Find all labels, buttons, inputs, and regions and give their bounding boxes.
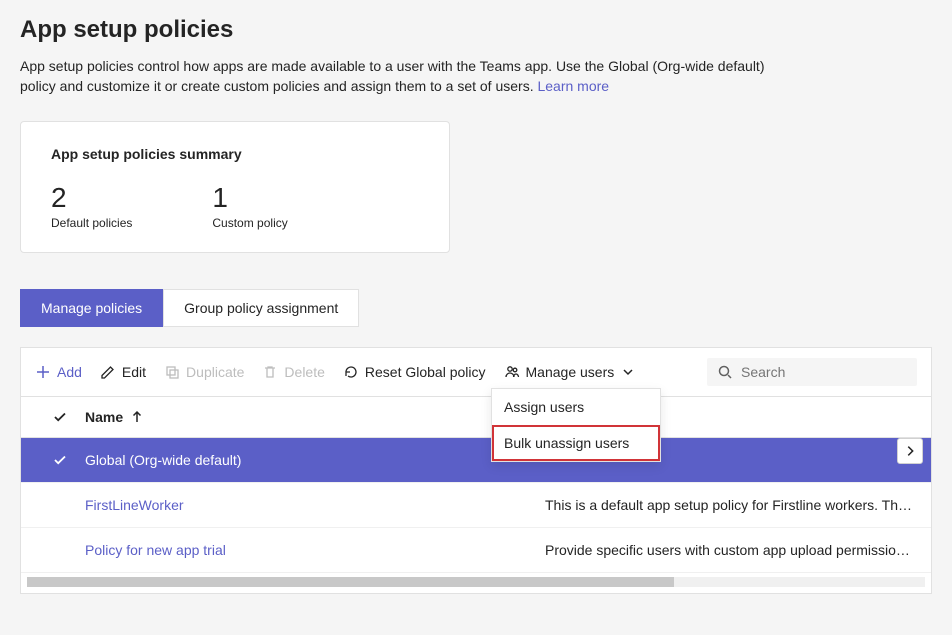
summary-title: App setup policies summary [51,146,419,162]
search-input[interactable] [741,364,907,380]
menu-assign-users[interactable]: Assign users [492,389,660,425]
search-box[interactable] [707,358,917,386]
horizontal-scrollbar-thumb[interactable] [27,577,674,587]
page-description: App setup policies control how apps are … [20,56,780,97]
column-header-name-label: Name [85,409,123,425]
table-row[interactable]: Global (Org-wide default) [21,438,931,483]
plus-icon [35,364,51,380]
table-header: Name [21,397,931,438]
row-description: This is a default app setup policy for F… [545,497,917,513]
scroll-right-button[interactable] [897,438,923,464]
row-name: Global (Org-wide default) [85,452,545,468]
summary-default-count: 2 [51,184,132,212]
add-label: Add [57,364,82,380]
pencil-icon [100,364,116,380]
search-icon [717,364,733,380]
duplicate-button: Duplicate [164,364,244,380]
users-icon [504,364,520,380]
page-title: App setup policies [20,16,932,44]
sort-arrow-up-icon [129,409,145,425]
summary-custom-policies: 1 Custom policy [212,184,287,230]
page-description-text: App setup policies control how apps are … [20,58,764,94]
row-description: Provide specific users with custom app u… [545,542,917,558]
edit-label: Edit [122,364,146,380]
policy-link[interactable]: Policy for new app trial [85,542,226,558]
policy-link[interactable]: FirstLineWorker [85,497,184,513]
row-name[interactable]: Policy for new app trial [85,542,545,558]
delete-label: Delete [284,364,324,380]
summary-default-policies: 2 Default policies [51,184,132,230]
summary-default-label: Default policies [51,216,132,230]
row-name[interactable]: FirstLineWorker [85,497,545,513]
duplicate-icon [164,364,180,380]
summary-custom-count: 1 [212,184,287,212]
summary-card: App setup policies summary 2 Default pol… [20,121,450,253]
tab-manage-policies[interactable]: Manage policies [20,289,163,327]
reset-icon [343,364,359,380]
manage-users-button[interactable]: Manage users [504,364,637,380]
toolbar: Add Edit Duplicate Delete Reset Global p… [21,348,931,397]
table-row[interactable]: Policy for new app trial Provide specific… [21,528,931,573]
reset-label: Reset Global policy [365,364,486,380]
policies-panel: Add Edit Duplicate Delete Reset Global p… [20,347,932,594]
trash-icon [262,364,278,380]
summary-custom-label: Custom policy [212,216,287,230]
horizontal-scrollbar[interactable] [27,577,925,587]
reset-global-policy-button[interactable]: Reset Global policy [343,364,486,380]
duplicate-label: Duplicate [186,364,244,380]
checkmark-icon [52,452,68,468]
manage-users-menu: Assign users Bulk unassign users [491,388,661,462]
add-button[interactable]: Add [35,364,82,380]
delete-button: Delete [262,364,324,380]
tab-group-policy-assignment[interactable]: Group policy assignment [163,289,359,327]
learn-more-link[interactable]: Learn more [537,78,609,94]
table-row[interactable]: FirstLineWorker This is a default app set… [21,483,931,528]
edit-button[interactable]: Edit [100,364,146,380]
column-header-name[interactable]: Name [85,409,545,425]
chevron-down-icon [620,364,636,380]
menu-bulk-unassign-users[interactable]: Bulk unassign users [492,425,660,461]
header-check-icon[interactable] [52,409,68,425]
tab-bar: Manage policies Group policy assignment [20,289,932,327]
manage-users-label: Manage users [526,364,615,380]
